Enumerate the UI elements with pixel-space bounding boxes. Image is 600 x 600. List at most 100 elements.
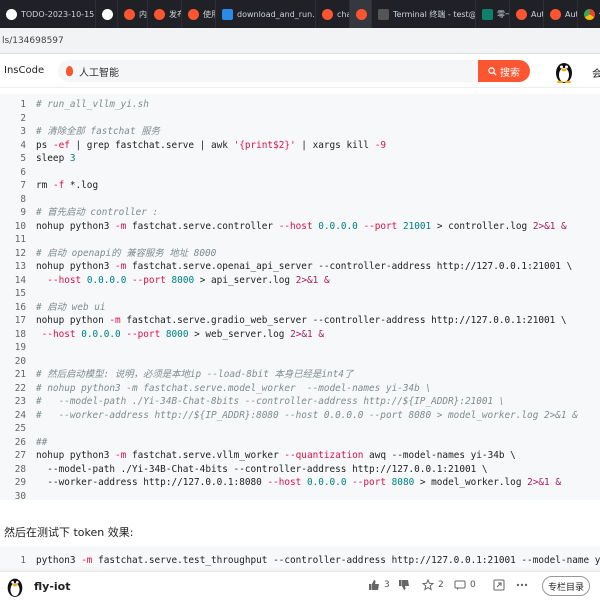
line-number: 24 [14,409,26,421]
code-line: 9 # 首先启动 controller : [0,206,600,220]
author-name[interactable]: fly-iot [34,580,70,593]
code-text[interactable]: ps -ef | grep fastchat.serve | awk '{pri… [36,139,386,153]
favorite-count: 2 [438,580,444,590]
line-number: 5 [20,153,26,164]
code-text[interactable]: # 首先启动 controller : [36,206,158,220]
browser-tab-label: 发布 [169,9,181,19]
header-edge-text[interactable]: 会 [592,65,600,80]
browser-tab[interactable]: GitH [96,0,118,28]
code-text[interactable]: --host 0.0.0.0 --port 8000 > web_server.… [36,328,324,342]
search-button-label: 搜索 [500,67,520,79]
code-line: 15 [0,287,600,301]
article-paragraph: 然后在测试下 token 效果: [4,526,134,539]
comment-button[interactable]: 0 [454,579,476,591]
browser-tab[interactable]: TODO-2023-10-15.md - 2023... [0,0,96,28]
code-line: 11 [0,233,600,247]
thumbs-down-icon [399,580,409,590]
address-bar[interactable]: ls/134698597 [0,28,600,54]
browser-tab[interactable]: 内容 [118,0,148,28]
author-toolbar: fly-iot 3 2 0 专栏目录 [0,571,600,600]
browser-tab-label: download_and_run.sh - llm-k... [237,9,316,19]
browser-tab[interactable]: 创 [350,0,372,28]
code-text[interactable]: --model-path ./Yi-34B-Chat-4bits --contr… [36,463,487,477]
search-input[interactable]: 人工智能 [58,60,478,82]
code-text[interactable]: # 启动 web ui [36,301,106,315]
gh-favicon-icon [6,8,17,20]
code-text[interactable]: --worker-address http://127.0.0.1:8080 -… [36,476,561,490]
code-text[interactable]: nohup python3 -m fastchat.serve.vllm_wor… [36,449,516,463]
browser-tab[interactable]: Auto [544,0,578,28]
code-line: 18 --host 0.0.0.0 --port 8000 > web_serv… [0,328,600,342]
code-text[interactable]: nohup python3 -m fastchat.serve.openai_a… [36,260,572,274]
code-text[interactable]: # nohup python3 -m fastchat.serve.model_… [36,382,431,396]
user-avatar-icon[interactable] [552,59,576,83]
gh-favicon-icon [102,8,113,20]
browser-tab-label: 零一 [497,9,509,19]
code-text[interactable]: ## [36,436,47,450]
line-number: 28 [14,463,26,475]
code-text[interactable]: nohup python3 -m fastchat.serve.controll… [36,220,567,234]
code-line: 22 # nohup python3 -m fastchat.serve.mode… [0,382,600,396]
browser-tab-label: Auto [531,9,543,19]
browser-tab[interactable]: 使用 [182,0,216,28]
author-avatar-icon[interactable] [4,575,26,597]
thumbs-up-icon [369,580,379,590]
code-text[interactable]: # 清除全部 fastchat 服务 [36,125,160,139]
csdn-favicon-icon [124,8,135,20]
browser-tab[interactable]: Auto [510,0,544,28]
browser-tab[interactable]: 使用autodl服务器，在A40显... [578,0,600,28]
dislike-button[interactable] [398,579,410,591]
line-number: 29 [14,477,26,488]
code-line: 3 # 清除全部 fastchat 服务 [0,125,600,139]
term-favicon-icon [378,8,389,20]
code-text[interactable]: rm -f *.log [36,179,98,193]
more-dots-icon [516,583,528,587]
code-text[interactable]: python3 -m fastchat.serve.test_throughpu… [36,554,600,568]
site-logo[interactable]: InsCode [4,65,44,76]
comment-count: 0 [470,580,476,590]
line-number: 4 [20,139,26,151]
code-line: 28 --model-path ./Yi-34B-Chat-4bits --co… [0,463,600,477]
browser-tab[interactable]: 发布 [148,0,182,28]
code-line: 8 [0,193,600,207]
code-text[interactable]: sleep 3 [36,152,76,166]
code-text[interactable]: nohup python -m fastchat.serve.gradio_we… [36,314,567,328]
code-line: 24 # --worker-address http://${IP_ADDR}:8… [0,409,600,423]
share-button[interactable] [493,579,505,591]
line-number: 3 [20,126,26,137]
search-button[interactable]: 搜索 [478,60,530,82]
code-line: 17 nohup python -m fastchat.serve.gradio_… [0,314,600,328]
url-text[interactable]: ls/134698597 [2,36,64,46]
browser-tab-label: TODO-2023-10-15.md - 2023... [21,9,95,19]
browser-tab[interactable]: 零一 [476,0,510,28]
code-line: 25 [0,422,600,436]
code-line: 13 nohup python3 -m fastchat.serve.openai… [0,260,600,274]
line-number: 13 [14,261,26,272]
code-line: 20 [0,355,600,369]
code-line: 2 [0,112,600,126]
search-input-value[interactable]: 人工智能 [79,64,119,79]
code-text[interactable]: # run_all_vllm_yi.sh [36,98,149,112]
code-line: 6 [0,166,600,180]
line-number: 30 [14,490,26,502]
browser-tab[interactable]: Terminal 终端 - test@thinkP... [372,0,476,28]
site-header: InsCode 人工智能 搜索 [0,54,600,88]
vs-favicon-icon [222,8,233,20]
column-toc-button[interactable]: 专栏目录 [542,576,590,596]
like-button[interactable]: 3 [368,579,390,591]
code-text[interactable]: # 启动 openapi的 兼容服务 地址 8000 [36,247,216,261]
browser-tab[interactable]: chat [316,0,350,28]
code-line: 19 [0,341,600,355]
favorite-button[interactable]: 2 [422,579,444,591]
line-number: 1 [20,99,26,110]
more-button[interactable] [516,579,528,591]
code-text[interactable]: --host 0.0.0.0 --port 8000 > api_server.… [36,274,329,288]
code-line: 21 # 然后启动模型: 说明，必须是本地ip --load-8bit 本身已经是… [0,368,600,382]
code-text[interactable]: # --worker-address http://${IP_ADDR}:808… [36,409,578,423]
browser-tab-bar: TODO-2023-10-15.md - 2023...GitH 内容 发布 使用 do… [0,0,600,28]
csdn-favicon-icon [322,8,333,20]
browser-tab[interactable]: download_and_run.sh - llm-k... [216,0,316,28]
code-text[interactable]: # 然后启动模型: 说明，必须是本地ip --load-8bit 本身已经是in… [36,368,353,382]
code-text[interactable]: # --model-path ./Yi-34B-Chat-8bits --con… [36,395,504,409]
code-line: 12 # 启动 openapi的 兼容服务 地址 8000 [0,247,600,261]
